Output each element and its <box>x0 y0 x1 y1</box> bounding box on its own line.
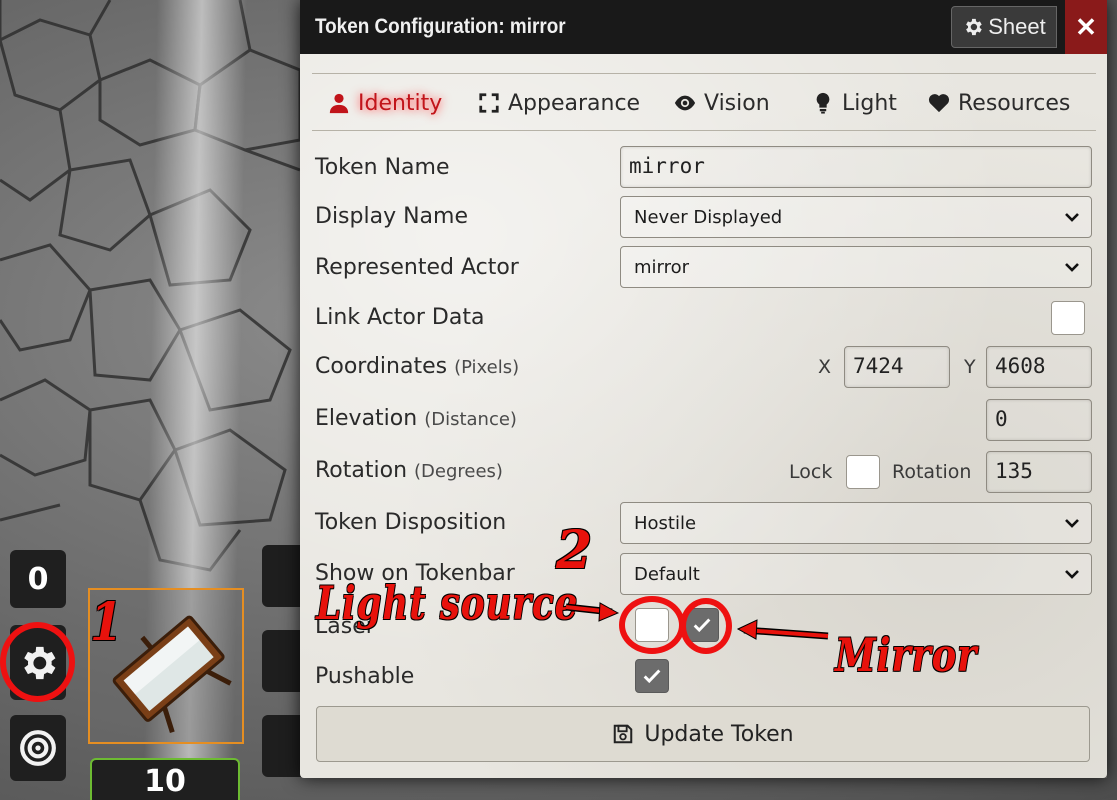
annotation-arrows <box>565 602 829 640</box>
arrow-to-light-source <box>565 602 620 622</box>
arrow-to-mirror <box>736 619 829 640</box>
